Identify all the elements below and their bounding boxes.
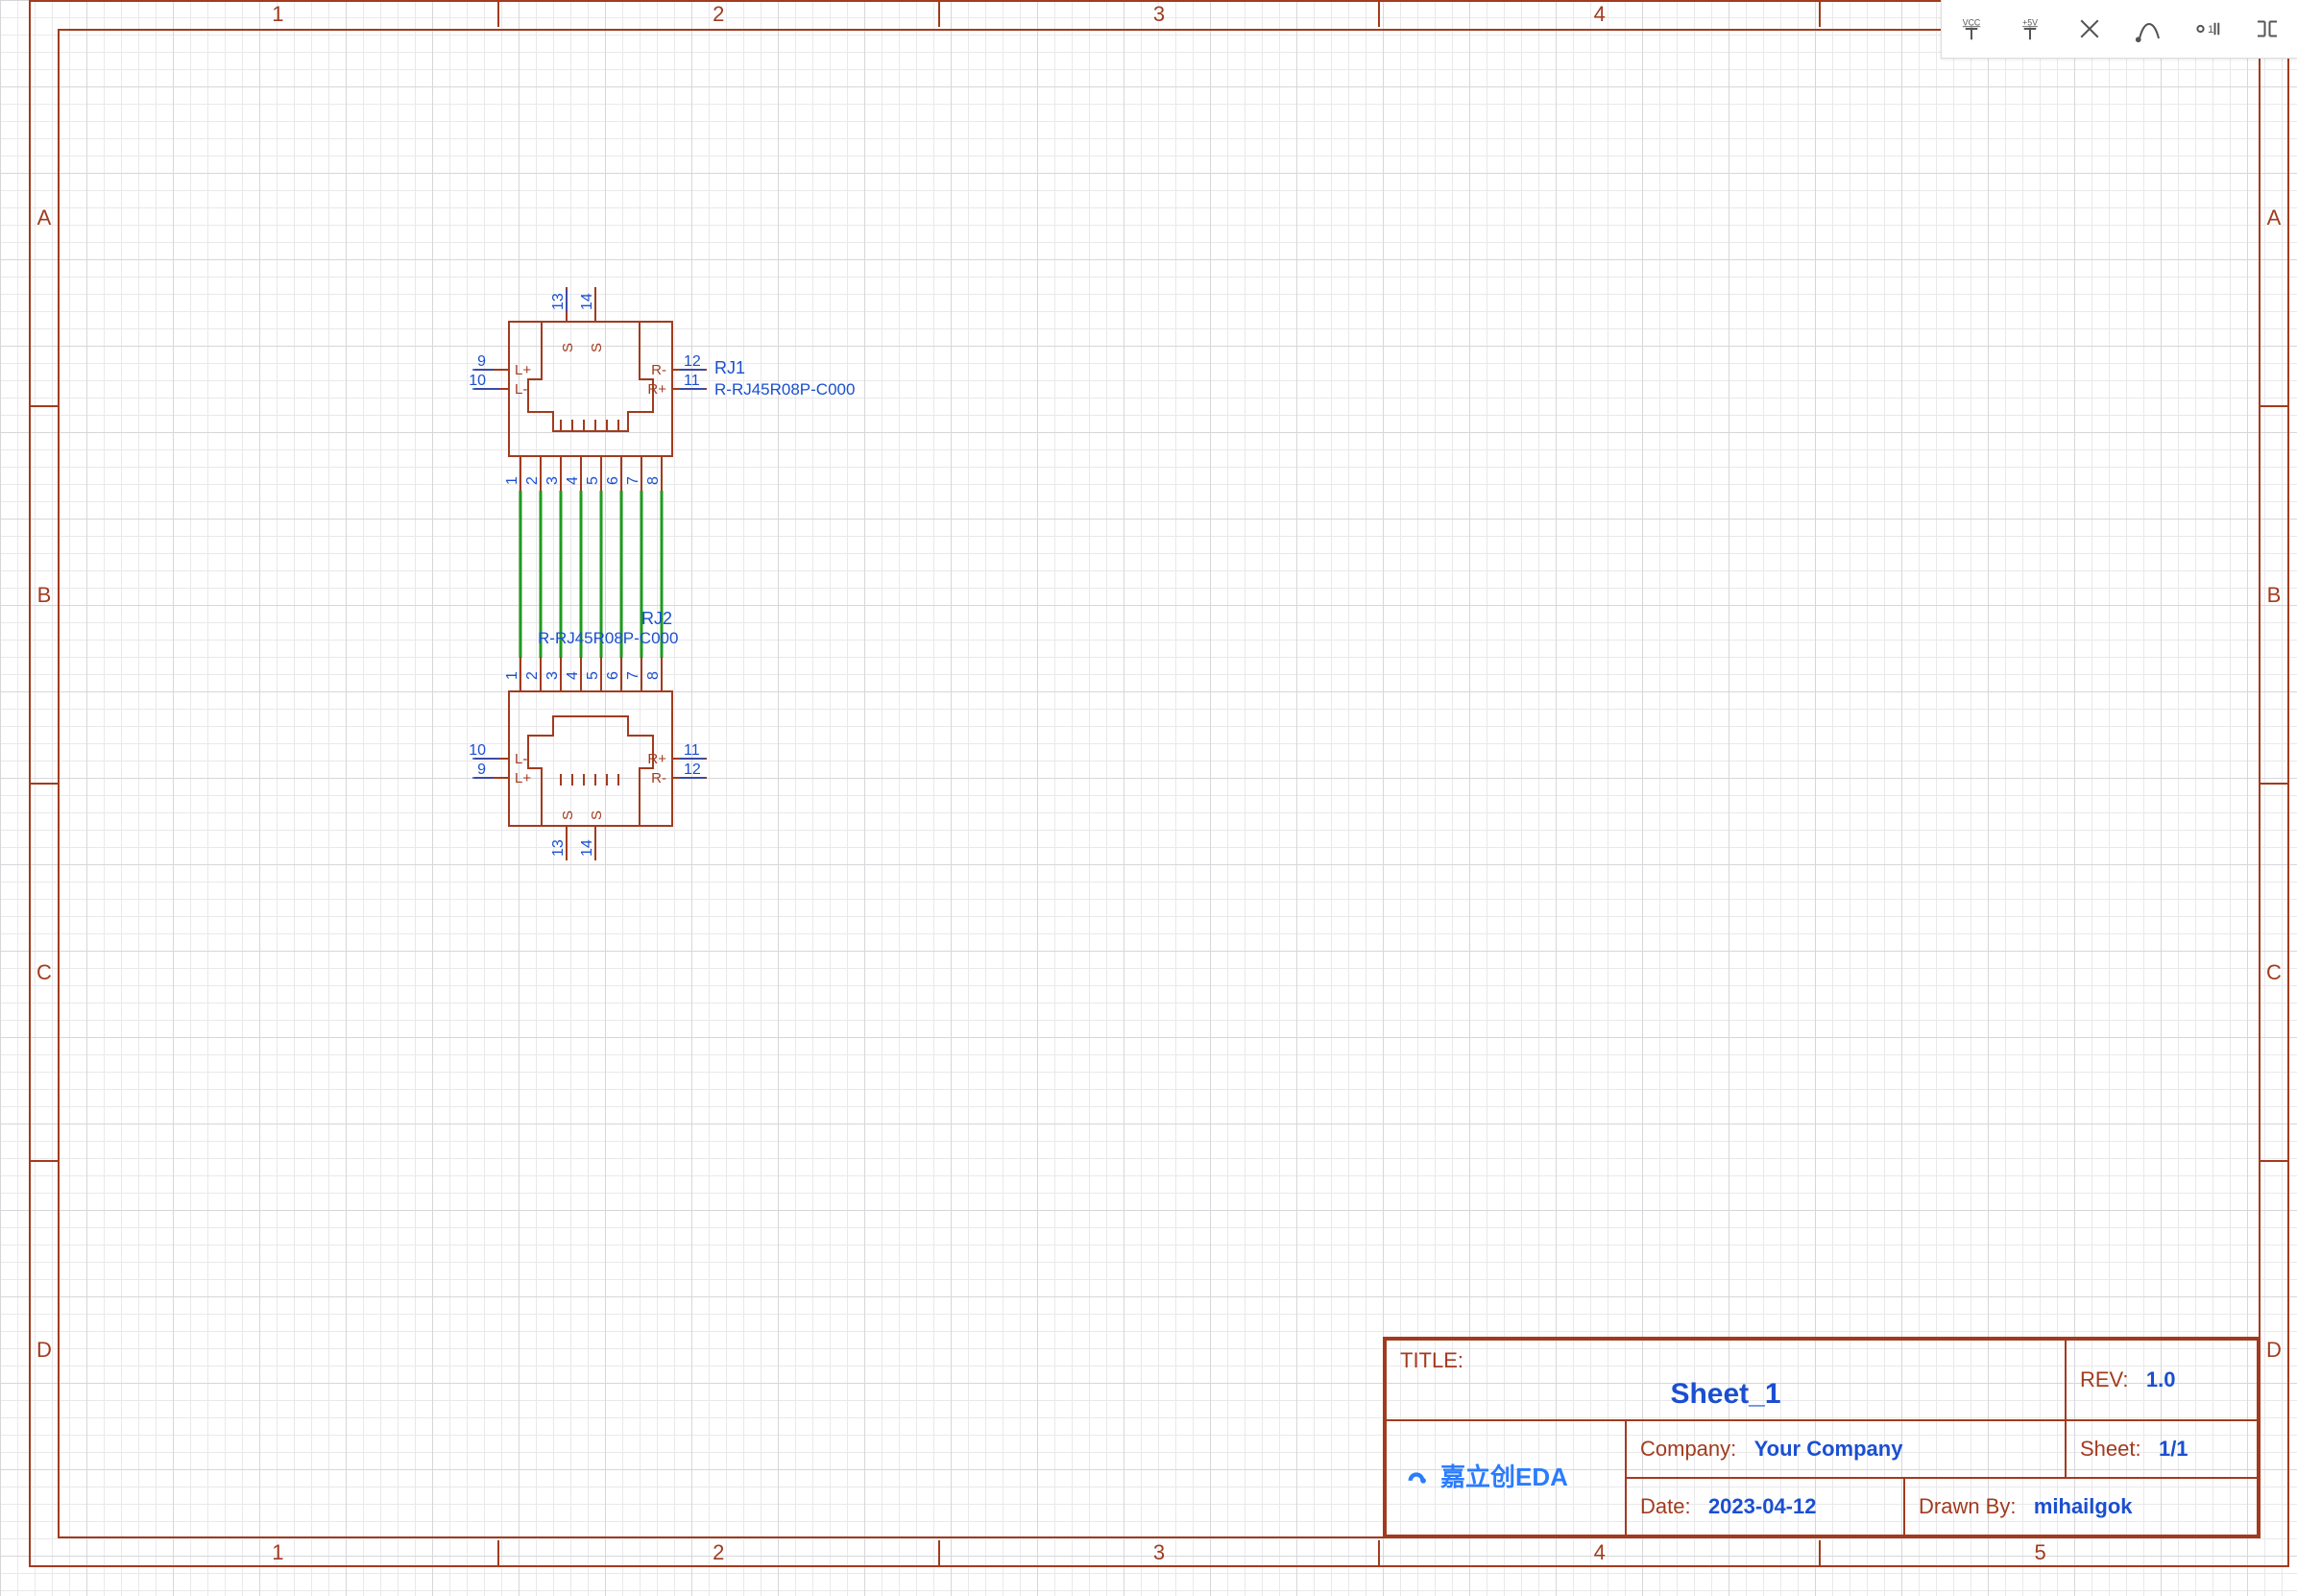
svg-text:1: 1 — [504, 476, 520, 485]
company-value: Your Company — [1754, 1437, 1903, 1461]
title-label: TITLE: — [1400, 1348, 1463, 1372]
svg-text:L+: L+ — [515, 770, 531, 786]
svg-text:6: 6 — [605, 476, 621, 485]
svg-text:7: 7 — [625, 671, 641, 680]
vcc-power-icon[interactable]: VCC — [1952, 10, 1991, 48]
svg-text:4: 4 — [565, 476, 581, 485]
svg-text:12: 12 — [684, 353, 701, 370]
svg-text:S: S — [560, 810, 576, 820]
svg-text:R-: R- — [651, 362, 666, 378]
svg-text:R-RJ45R08P-C000: R-RJ45R08P-C000 — [538, 629, 678, 647]
svg-text:RJ2: RJ2 — [641, 609, 672, 628]
svg-text:13: 13 — [550, 839, 567, 857]
symbol-toolbar: VCC +5V 1 — [1941, 0, 2297, 59]
drawn-by-value: mihailgok — [2034, 1494, 2133, 1518]
bus-icon[interactable] — [2248, 10, 2286, 48]
rev-label: REV: — [2080, 1367, 2129, 1391]
rj1-bottom-pins: 1 2 3 4 5 6 7 8 — [504, 456, 662, 491]
svg-text:5: 5 — [585, 671, 601, 680]
svg-text:10: 10 — [469, 373, 486, 389]
svg-text:R-RJ45R08P-C000: R-RJ45R08P-C000 — [714, 380, 855, 399]
rj2-top-pins: 1 2 3 4 5 6 7 8 — [504, 657, 662, 691]
svg-text:2: 2 — [524, 476, 541, 485]
svg-text:4: 4 — [565, 671, 581, 680]
net-port-icon[interactable]: 1 — [2188, 10, 2227, 48]
easyeda-logo: 嘉立创EDA — [1400, 1462, 1611, 1494]
svg-text:6: 6 — [605, 671, 621, 680]
svg-text:3: 3 — [544, 476, 561, 485]
component-rj2[interactable]: RJ2 R-RJ45R08P-C000 1 2 3 4 5 6 7 8 — [469, 609, 707, 860]
svg-text:+5V: +5V — [2023, 17, 2039, 27]
svg-text:L-: L- — [515, 381, 527, 398]
svg-text:L-: L- — [515, 751, 527, 767]
rev-value: 1.0 — [2146, 1367, 2176, 1391]
component-rj1[interactable]: 9 10 L+ L- 12 11 R- R+ 13 14 S S — [469, 287, 855, 491]
svg-text:7: 7 — [625, 476, 641, 485]
svg-text:10: 10 — [469, 742, 486, 759]
svg-text:8: 8 — [645, 476, 662, 485]
date-value: 2023-04-12 — [1708, 1494, 1817, 1518]
svg-text:R+: R+ — [647, 751, 666, 767]
svg-text:1: 1 — [504, 671, 520, 680]
svg-text:11: 11 — [684, 742, 700, 759]
company-label: Company: — [1640, 1437, 1736, 1461]
svg-text:VCC: VCC — [1963, 17, 1980, 27]
svg-text:S: S — [589, 343, 605, 352]
net-label-icon[interactable] — [2130, 10, 2168, 48]
svg-text:L+: L+ — [515, 362, 531, 378]
svg-text:RJ1: RJ1 — [714, 358, 745, 377]
svg-text:8: 8 — [645, 671, 662, 680]
svg-text:11: 11 — [684, 373, 700, 389]
svg-text:12: 12 — [684, 762, 701, 778]
svg-text:14: 14 — [579, 839, 595, 857]
svg-text:9: 9 — [477, 353, 486, 370]
svg-text:R+: R+ — [647, 381, 666, 398]
svg-text:S: S — [589, 810, 605, 820]
sheet-label: Sheet: — [2080, 1437, 2141, 1461]
svg-text:R-: R- — [651, 770, 666, 786]
title-block: TITLE: Sheet_1 REV: 1.0 嘉立创EDA Company: … — [1383, 1337, 2261, 1538]
no-connect-icon[interactable] — [2070, 10, 2109, 48]
svg-text:13: 13 — [550, 293, 567, 310]
svg-text:3: 3 — [544, 671, 561, 680]
title-value: Sheet_1 — [1400, 1377, 2051, 1412]
svg-text:5: 5 — [585, 476, 601, 485]
svg-text:2: 2 — [524, 671, 541, 680]
drawn-by-label: Drawn By: — [1919, 1494, 2016, 1518]
sheet-value: 1/1 — [2159, 1437, 2188, 1461]
date-label: Date: — [1640, 1494, 1691, 1518]
svg-text:1: 1 — [2208, 24, 2213, 36]
svg-text:9: 9 — [477, 762, 486, 778]
svg-text:S: S — [560, 343, 576, 352]
plus5v-power-icon[interactable]: +5V — [2011, 10, 2049, 48]
svg-text:14: 14 — [579, 293, 595, 310]
